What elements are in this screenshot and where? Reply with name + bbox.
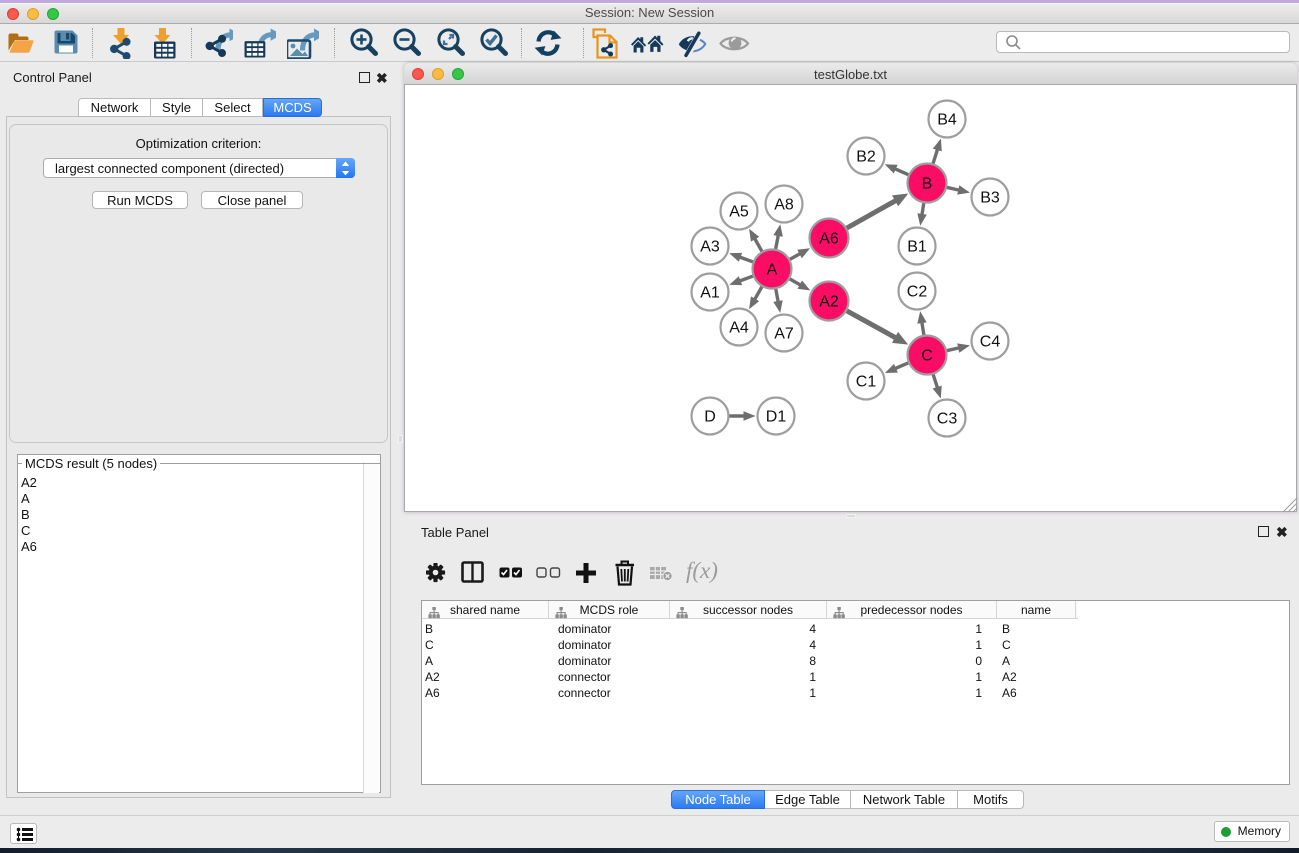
svg-text:C3: C3 — [937, 411, 958, 428]
svg-text:C1: C1 — [856, 374, 877, 391]
svg-text:C: C — [921, 348, 933, 365]
svg-text:A1: A1 — [700, 285, 720, 302]
svg-text:D: D — [704, 409, 716, 426]
svg-text:B2: B2 — [856, 149, 876, 166]
svg-text:B: B — [922, 176, 933, 193]
svg-text:B3: B3 — [980, 190, 1000, 207]
svg-text:A: A — [767, 262, 778, 279]
svg-text:A4: A4 — [729, 320, 749, 337]
svg-text:D1: D1 — [766, 409, 787, 426]
svg-text:A3: A3 — [700, 239, 720, 256]
svg-text:B4: B4 — [937, 112, 957, 129]
svg-text:B1: B1 — [907, 239, 927, 256]
svg-text:A5: A5 — [729, 204, 749, 221]
svg-text:A8: A8 — [774, 197, 794, 214]
svg-text:C4: C4 — [980, 334, 1001, 351]
svg-text:A2: A2 — [819, 294, 839, 311]
svg-text:A7: A7 — [774, 326, 794, 343]
svg-text:A6: A6 — [819, 231, 839, 248]
svg-text:C2: C2 — [907, 284, 928, 301]
